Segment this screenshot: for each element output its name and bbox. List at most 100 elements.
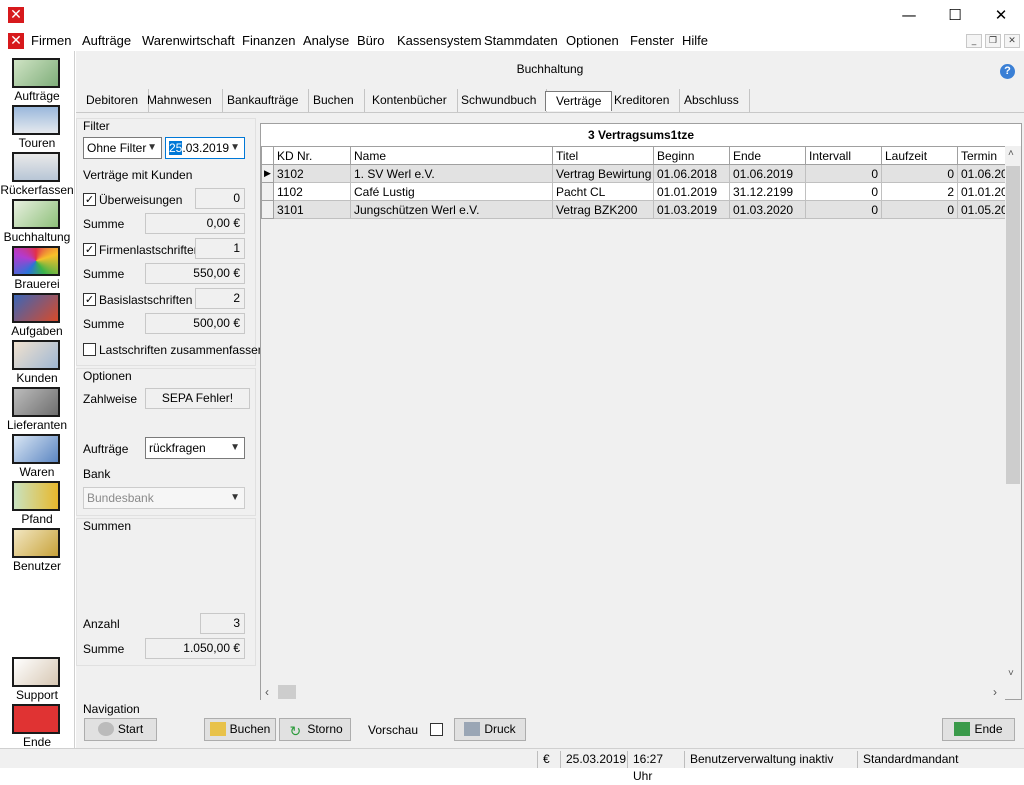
horizontal-scroll-thumb[interactable] xyxy=(278,685,296,699)
storno-button[interactable]: ↻ Storno xyxy=(279,718,351,741)
scroll-down-icon[interactable]: ˅ xyxy=(1008,668,1014,679)
cell-intervall[interactable]: 0 xyxy=(805,164,882,183)
cell-beginn[interactable]: 01.01.2019 xyxy=(653,182,730,201)
vorschau-checkbox[interactable] xyxy=(430,723,443,736)
cell-laufzeit[interactable]: 2 xyxy=(881,182,958,201)
cell-beginn[interactable]: 01.06.2018 xyxy=(653,164,730,183)
tab-kontenbuecher[interactable]: Kontenbücher xyxy=(362,89,458,112)
menu-firmen[interactable]: Firmen xyxy=(31,33,71,48)
sidebar-item-auftraege[interactable]: Aufträge xyxy=(0,55,74,103)
column-header-kd[interactable]: KD Nr. xyxy=(273,146,351,165)
date-picker[interactable]: 25.03.2019 ▼ xyxy=(165,137,245,159)
menu-finanzen[interactable]: Finanzen xyxy=(242,33,295,48)
column-header-beginn[interactable]: Beginn xyxy=(653,146,730,165)
cell-termin[interactable]: 01.01.201 xyxy=(957,182,1006,201)
zusammenfassen-checkbox[interactable] xyxy=(83,343,96,356)
maximize-button[interactable]: ☐ xyxy=(932,0,978,31)
tab-abschluss[interactable]: Abschluss xyxy=(674,89,750,112)
cell-ende[interactable]: 01.03.2020 xyxy=(729,200,806,219)
cell-titel[interactable]: Vertrag Bewirtung xyxy=(552,164,654,183)
cell-kd[interactable]: 3102 xyxy=(273,164,351,183)
sidebar-item-support[interactable]: Support xyxy=(0,654,74,702)
menu-fenster[interactable]: Fenster xyxy=(630,33,674,48)
cell-termin[interactable]: 01.05.201 xyxy=(957,200,1006,219)
cell-laufzeit[interactable]: 0 xyxy=(881,164,958,183)
menu-auftraege[interactable]: Aufträge xyxy=(82,33,131,48)
druck-button[interactable]: Druck xyxy=(454,718,526,741)
column-header-ende[interactable]: Ende xyxy=(729,146,806,165)
cell-name[interactable]: Jungschützen Werl e.V. xyxy=(350,200,553,219)
basislast-checkbox[interactable]: ✓ xyxy=(83,293,96,306)
start-button[interactable]: Start xyxy=(84,718,157,741)
table-row[interactable]: ▶ 3102 1. SV Werl e.V. Vertrag Bewirtung… xyxy=(261,164,1006,183)
cell-beginn[interactable]: 01.03.2019 xyxy=(653,200,730,219)
sidebar-item-aufgaben[interactable]: Aufgaben xyxy=(0,290,74,338)
cell-name[interactable]: Café Lustig xyxy=(350,182,553,201)
mdi-minimize-button[interactable]: _ xyxy=(966,34,982,48)
scroll-left-icon[interactable]: ‹ xyxy=(265,685,269,699)
tab-mahnwesen[interactable]: Mahnwesen xyxy=(137,89,223,112)
tab-schwundbuch[interactable]: Schwundbuch xyxy=(451,89,548,112)
buchen-button[interactable]: Buchen xyxy=(204,718,276,741)
sidebar-item-pfand[interactable]: Pfand xyxy=(0,478,74,526)
cell-titel[interactable]: Vetrag BZK200 xyxy=(552,200,654,219)
sidebar-item-rueckerfassen[interactable]: Rückerfassen xyxy=(0,149,74,197)
menu-hilfe[interactable]: Hilfe xyxy=(682,33,708,48)
sidebar-item-touren[interactable]: Touren xyxy=(0,102,74,150)
column-header-termin[interactable]: Termin xyxy=(957,146,1006,165)
cell-intervall[interactable]: 0 xyxy=(805,182,882,201)
menu-stammdaten[interactable]: Stammdaten xyxy=(484,33,558,48)
cell-titel[interactable]: Pacht CL xyxy=(552,182,654,201)
tab-bankauftraege[interactable]: Bankaufträge xyxy=(217,89,310,112)
sidebar-item-buchhaltung[interactable]: Buchhaltung xyxy=(0,196,74,244)
column-header-intervall[interactable]: Intervall xyxy=(805,146,882,165)
vertical-scroll-thumb[interactable] xyxy=(1006,166,1020,484)
horizontal-scrollbar[interactable]: ‹ › xyxy=(261,684,1005,700)
tab-vertraege[interactable]: Verträge xyxy=(545,91,613,111)
bank-combo[interactable]: Bundesbank ▼ xyxy=(83,487,245,509)
app-logo-icon[interactable]: ✕ xyxy=(8,7,24,23)
sidebar-item-benutzer[interactable]: Benutzer xyxy=(0,525,74,573)
scroll-right-icon[interactable]: › xyxy=(993,685,997,699)
tab-kreditoren[interactable]: Kreditoren xyxy=(604,89,681,112)
menu-buero[interactable]: Büro xyxy=(357,33,384,48)
sidebar-item-waren[interactable]: Waren xyxy=(0,431,74,479)
menu-optionen[interactable]: Optionen xyxy=(566,33,619,48)
menu-analyse[interactable]: Analyse xyxy=(303,33,349,48)
sidebar-item-lieferanten[interactable]: Lieferanten xyxy=(0,384,74,432)
mdi-app-icon[interactable]: ✕ xyxy=(8,33,24,49)
scroll-up-icon[interactable]: ˄ xyxy=(1008,148,1014,159)
sidebar-item-kunden[interactable]: Kunden xyxy=(0,337,74,385)
sidebar-item-brauerei[interactable]: Brauerei xyxy=(0,243,74,291)
cell-kd[interactable]: 1102 xyxy=(273,182,351,201)
column-header-name[interactable]: Name xyxy=(350,146,553,165)
filter-combo[interactable]: Ohne Filter ▼ xyxy=(83,137,162,159)
vertical-scrollbar[interactable]: ˄ ˅ xyxy=(1005,146,1021,684)
minimize-button[interactable]: — xyxy=(886,0,932,31)
column-header-titel[interactable]: Titel xyxy=(552,146,654,165)
help-icon[interactable]: ? xyxy=(1000,64,1015,79)
cell-ende[interactable]: 01.06.2019 xyxy=(729,164,806,183)
sidebar-item-ende[interactable]: Ende xyxy=(0,701,74,749)
navigation-label: Navigation xyxy=(83,702,140,716)
table-row[interactable]: 1102 Café Lustig Pacht CL 01.01.2019 31.… xyxy=(261,182,1006,201)
menu-warenwirtschaft[interactable]: Warenwirtschaft xyxy=(142,33,235,48)
ende-button[interactable]: Ende xyxy=(942,718,1015,741)
cell-name[interactable]: 1. SV Werl e.V. xyxy=(350,164,553,183)
cell-kd[interactable]: 3101 xyxy=(273,200,351,219)
mdi-close-button[interactable]: ✕ xyxy=(1004,34,1020,48)
close-button[interactable]: ✕ xyxy=(978,0,1024,31)
cell-intervall[interactable]: 0 xyxy=(805,200,882,219)
mdi-restore-button[interactable]: ❐ xyxy=(985,34,1001,48)
firmenlast-sum-label: Summe xyxy=(83,267,125,281)
tab-buchen[interactable]: Buchen xyxy=(303,89,365,112)
column-header-laufzeit[interactable]: Laufzeit xyxy=(881,146,958,165)
menu-kassensystem[interactable]: Kassensystem xyxy=(397,33,482,48)
ueberweisungen-checkbox[interactable]: ✓ xyxy=(83,193,96,206)
firmenlast-checkbox[interactable]: ✓ xyxy=(83,243,96,256)
cell-termin[interactable]: 01.06.201 xyxy=(957,164,1006,183)
cell-ende[interactable]: 31.12.2199 xyxy=(729,182,806,201)
auftraege-combo[interactable]: rückfragen ▼ xyxy=(145,437,245,459)
cell-laufzeit[interactable]: 0 xyxy=(881,200,958,219)
table-row[interactable]: 3101 Jungschützen Werl e.V. Vetrag BZK20… xyxy=(261,200,1006,219)
